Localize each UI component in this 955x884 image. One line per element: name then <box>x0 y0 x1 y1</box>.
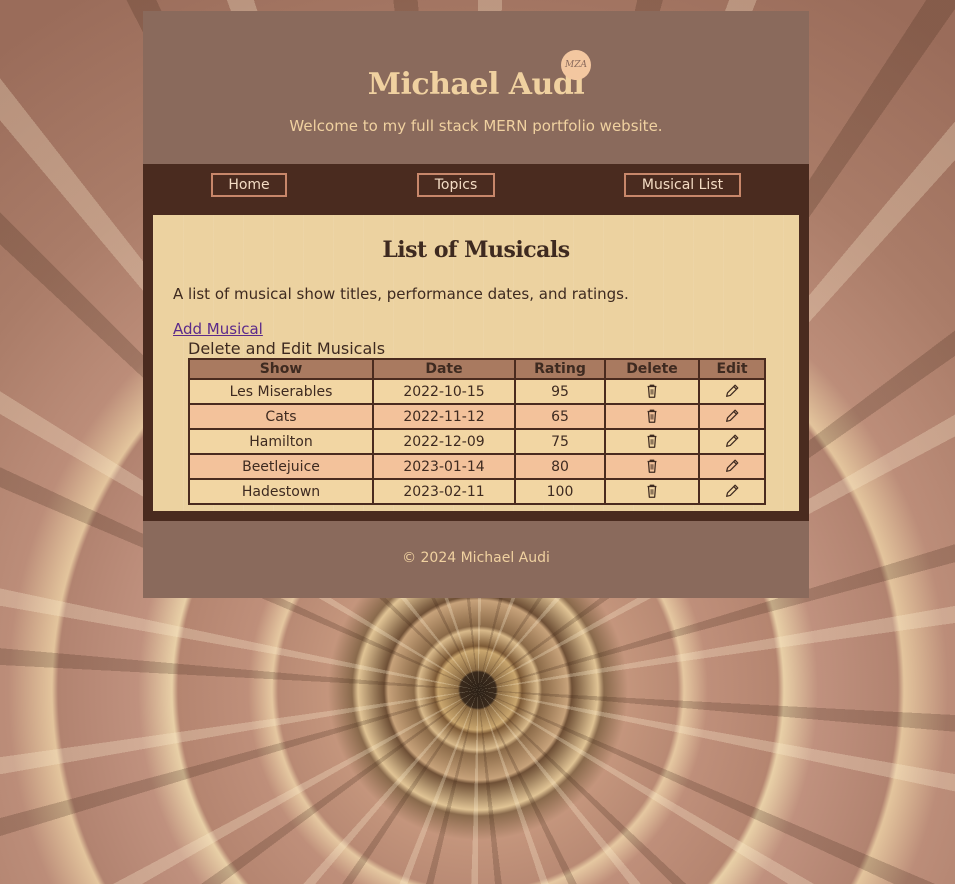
table-row: Hadestown 2023-02-11 100 <box>188 478 766 505</box>
trash-icon[interactable] <box>643 458 661 476</box>
cell-date: 2022-10-15 <box>372 378 516 405</box>
trash-icon[interactable] <box>643 483 661 501</box>
cell-rating: 80 <box>514 453 606 480</box>
cell-show: Beetlejuice <box>188 453 374 480</box>
column-header-delete: Delete <box>604 358 700 380</box>
table-caption: Delete and Edit Musicals <box>188 339 386 358</box>
table-row: Beetlejuice 2023-01-14 80 <box>188 453 766 480</box>
logo-badge: MZA <box>561 50 591 80</box>
main-nav: Home Topics Musical List <box>143 164 809 215</box>
cell-delete <box>604 478 700 505</box>
trash-icon[interactable] <box>643 433 661 451</box>
cell-rating: 95 <box>514 378 606 405</box>
page-title: List of Musicals <box>382 237 570 263</box>
cell-show: Les Miserables <box>188 378 374 405</box>
table-row: Hamilton 2022-12-09 75 <box>188 428 766 455</box>
nav-topics-link[interactable]: Topics <box>417 173 495 197</box>
cell-date: 2022-11-12 <box>372 403 516 430</box>
main-frame: List of Musicals A list of musical show … <box>143 215 809 521</box>
cell-show: Cats <box>188 403 374 430</box>
nav-musical-list-link[interactable]: Musical List <box>624 173 741 197</box>
page-container: Michael Audi MZA Welcome to my full stac… <box>143 11 809 598</box>
cell-show: Hadestown <box>188 478 374 505</box>
cell-date: 2023-01-14 <box>372 453 516 480</box>
table-header-row: Show Date Rating Delete Edit <box>188 358 766 380</box>
pencil-icon[interactable] <box>723 383 741 401</box>
site-footer: © 2024 Michael Audi <box>143 521 809 598</box>
column-header-rating: Rating <box>514 358 606 380</box>
page-description: A list of musical show titles, performan… <box>173 285 629 303</box>
cell-delete <box>604 403 700 430</box>
table-body: Les Miserables 2022-10-15 95 Cats 2022-11-12… <box>188 378 766 505</box>
pencil-icon[interactable] <box>723 483 741 501</box>
cell-date: 2023-02-11 <box>372 478 516 505</box>
brand: Michael Audi <box>143 67 809 102</box>
trash-icon[interactable] <box>643 408 661 426</box>
cell-rating: 65 <box>514 403 606 430</box>
site-title: Michael Audi <box>367 67 585 102</box>
cell-show: Hamilton <box>188 428 374 455</box>
cell-delete <box>604 378 700 405</box>
cell-edit <box>698 428 766 455</box>
table-row: Les Miserables 2022-10-15 95 <box>188 378 766 405</box>
cell-rating: 100 <box>514 478 606 505</box>
site-tagline: Welcome to my full stack MERN portfolio … <box>289 117 663 135</box>
nav-home-link[interactable]: Home <box>211 173 287 197</box>
cell-edit <box>698 478 766 505</box>
trash-icon[interactable] <box>643 383 661 401</box>
cell-date: 2022-12-09 <box>372 428 516 455</box>
copyright-text: © 2024 Michael Audi <box>402 550 550 566</box>
column-header-edit: Edit <box>698 358 766 380</box>
pencil-icon[interactable] <box>723 458 741 476</box>
column-header-date: Date <box>372 358 516 380</box>
pencil-icon[interactable] <box>723 408 741 426</box>
pencil-icon[interactable] <box>723 433 741 451</box>
cell-edit <box>698 378 766 405</box>
musicals-table: Show Date Rating Delete Edit Les Miserab… <box>188 358 766 505</box>
cell-rating: 75 <box>514 428 606 455</box>
main-content: List of Musicals A list of musical show … <box>153 215 799 511</box>
cell-edit <box>698 453 766 480</box>
cell-edit <box>698 403 766 430</box>
cell-delete <box>604 453 700 480</box>
cell-delete <box>604 428 700 455</box>
add-musical-link[interactable]: Add Musical <box>173 319 779 339</box>
site-header: Michael Audi MZA Welcome to my full stac… <box>143 11 809 164</box>
column-header-show: Show <box>188 358 374 380</box>
table-row: Cats 2022-11-12 65 <box>188 403 766 430</box>
